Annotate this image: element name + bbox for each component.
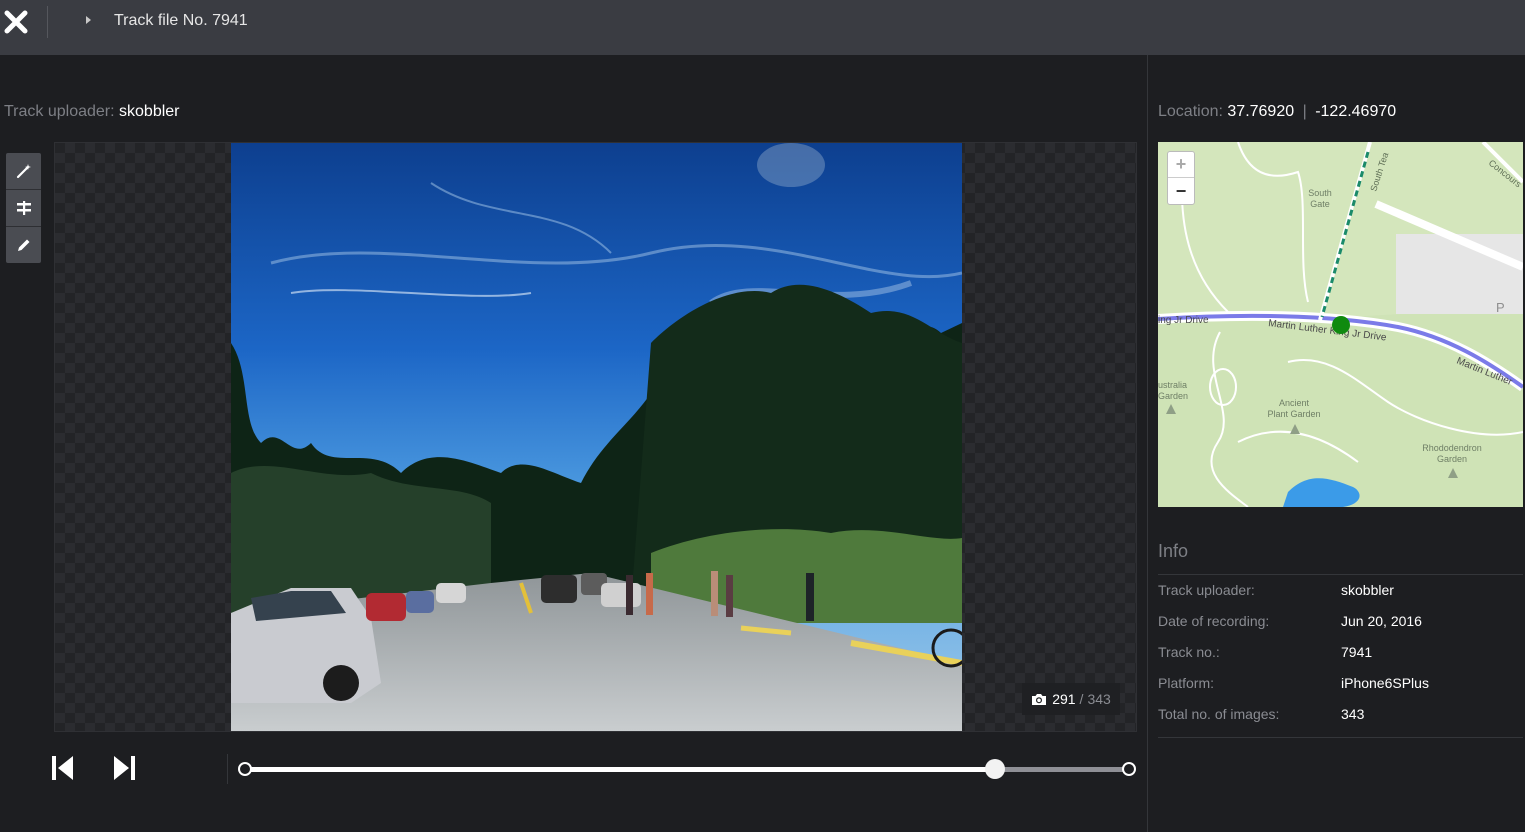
info-row: Platform: iPhone6SPlus: [1158, 667, 1523, 698]
info-row: Track no.: 7941: [1158, 636, 1523, 667]
image-counter: 291 / 343: [1022, 683, 1120, 715]
uploader-line: Track uploader: skobbler: [4, 103, 180, 121]
info-bottom-divider: [1158, 737, 1523, 738]
info-table: Track uploader: skobbler Date of recordi…: [1158, 574, 1523, 729]
top-bar: Track file No. 7941: [0, 0, 1525, 55]
current-image-number: 291: [1052, 691, 1076, 707]
pencil-icon: [17, 239, 29, 251]
page-title: Track file No. 7941: [114, 12, 248, 29]
location-readout: Location: 37.76920 | -122.46970: [1158, 103, 1396, 121]
info-value: 343: [1341, 706, 1365, 722]
map-label-south-gate: South Gate: [1308, 188, 1332, 209]
info-heading: Info: [1158, 541, 1189, 561]
align-tool[interactable]: [6, 189, 41, 225]
info-value: skobbler: [1341, 582, 1394, 598]
caret-right-icon[interactable]: [86, 16, 91, 24]
location-separator: |: [1302, 103, 1307, 120]
image-counter-separator: /: [1079, 691, 1084, 707]
info-row: Total no. of images: 343: [1158, 698, 1523, 729]
align-icon: [16, 200, 31, 215]
info-row: Date of recording: Jun 20, 2016: [1158, 605, 1523, 636]
skip-forward-icon: [114, 756, 135, 780]
info-key: Date of recording:: [1158, 613, 1270, 629]
zoom-in-button[interactable]: +: [1168, 152, 1194, 178]
magic-wand-tool[interactable]: [6, 153, 41, 189]
location-map[interactable]: P South Gate South Tea Concours ing Jr Dr…: [1158, 142, 1523, 507]
info-key: Track no.:: [1158, 644, 1220, 660]
info-key: Total no. of images:: [1158, 706, 1280, 722]
map-zoom-control: + −: [1167, 151, 1195, 205]
slider-track-remaining: [994, 767, 1129, 772]
info-key: Platform:: [1158, 675, 1215, 691]
info-row: Track uploader: skobbler: [1158, 574, 1523, 605]
info-value: Jun 20, 2016: [1341, 613, 1422, 629]
position-marker: [1332, 316, 1350, 334]
slider-thumb[interactable]: [984, 759, 1005, 779]
info-key: Track uploader:: [1158, 582, 1255, 598]
track-photo: [231, 143, 962, 731]
zoom-out-button[interactable]: −: [1168, 178, 1194, 204]
total-image-number: 343: [1087, 691, 1111, 707]
magic-wand-icon: [16, 164, 31, 179]
info-value: iPhone6SPlus: [1341, 675, 1429, 691]
image-slider[interactable]: [238, 758, 1138, 782]
location-label: Location:: [1158, 103, 1223, 120]
slider-end-handle[interactable]: [1122, 762, 1136, 776]
location-latitude: 37.76920: [1227, 103, 1295, 120]
close-icon[interactable]: [4, 10, 28, 34]
info-value: 7941: [1341, 644, 1373, 660]
slider-start-handle[interactable]: [238, 762, 252, 776]
panel-divider: [1147, 55, 1148, 832]
camera-icon: [1032, 693, 1047, 705]
uploader-name: skobbler: [119, 103, 180, 120]
location-longitude: -122.46970: [1315, 103, 1397, 120]
tool-palette: [6, 153, 41, 263]
skip-back-icon: [52, 756, 73, 780]
controls-divider: [227, 754, 228, 784]
uploader-label: Track uploader:: [4, 103, 115, 120]
top-bar-divider: [47, 6, 48, 38]
pencil-tool[interactable]: [6, 226, 41, 262]
map-label-australia: ustralia Garden: [1158, 380, 1188, 401]
slider-track-filled: [245, 767, 995, 772]
image-viewer[interactable]: 291 / 343: [54, 142, 1137, 732]
next-image-button[interactable]: [113, 755, 135, 781]
map-label-drive-left: ing Jr Drive: [1158, 315, 1209, 326]
map-label-parking: P: [1496, 300, 1505, 315]
previous-image-button[interactable]: [52, 755, 74, 781]
